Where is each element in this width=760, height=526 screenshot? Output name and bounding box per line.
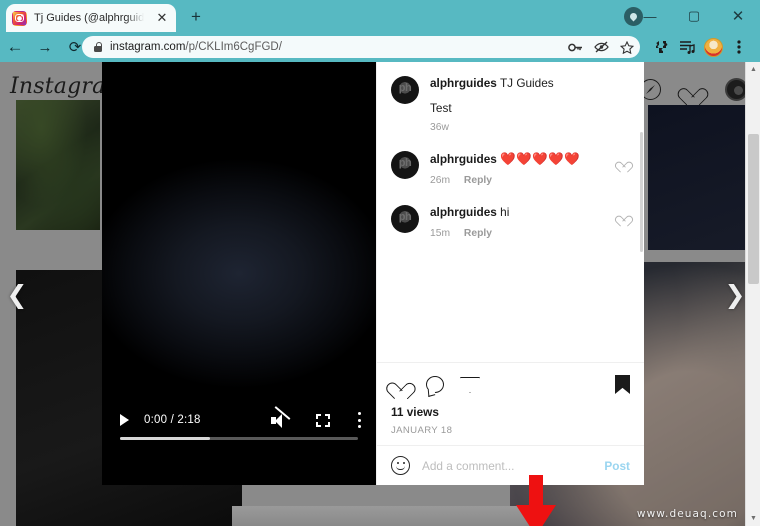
add-comment-bar: Post [377,445,644,485]
scroll-down-icon[interactable]: ▼ [746,511,760,526]
address-bar[interactable]: instagram.com/p/CKLIm6CgFGD/ [82,36,640,58]
bookmark-icon[interactable] [615,375,630,394]
watermark: www.deuaq.com [636,508,738,520]
avatar[interactable] [391,150,419,179]
comment-time: 26m [430,174,451,186]
comment-time: 15m [430,227,451,239]
carousel-next-icon[interactable]: ❯ [724,282,746,307]
view-count: 11 views [391,405,439,419]
browser-window: Tj Guides (@alphrguides) • Instag ✕ + — … [0,0,760,526]
new-tab-button[interactable]: + [186,7,206,27]
window-close-button[interactable]: ✕ [716,0,760,32]
url-path: /p/CKLIm6CgFGD/ [185,41,282,53]
fullscreen-button[interactable] [316,413,330,427]
forward-icon[interactable]: → [30,32,60,62]
reply-button[interactable]: Reply [464,228,492,239]
post-modal: 0:00 / 2:18 ph alphrguides TJ Guides Tes… [102,62,644,485]
browser-tab[interactable]: Tj Guides (@alphrguides) • Instag ✕ [6,4,176,32]
url-text: instagram.com/p/CKLIm6CgFGD/ [110,41,282,53]
scrollbar-thumb[interactable] [748,134,759,284]
lock-icon [94,42,103,52]
profile-avatar[interactable] [700,36,726,58]
emoji-picker-icon[interactable] [391,456,410,475]
video-time-display: 0:00 / 2:18 [144,414,201,426]
instagram-favicon [12,11,27,26]
caption-body: Test [430,100,452,115]
media-playlist-icon[interactable] [674,36,700,58]
activity-heart-icon[interactable] [683,81,703,99]
like-heart-icon[interactable] [391,376,410,393]
omnibox-actions [562,36,640,58]
puzzle-piece-icon[interactable] [648,36,674,58]
share-plane-icon[interactable] [460,376,479,393]
minimize-button[interactable]: — [628,0,672,32]
comment-time: 36w [430,121,449,133]
video-kebab-menu[interactable] [358,412,362,428]
background-photo-right [648,105,760,250]
post-date: JANUARY 18 [391,425,453,436]
comment-username[interactable]: alphrguides [430,76,497,90]
comment-text: TJ Guides [499,76,554,90]
video-player[interactable]: 0:00 / 2:18 [102,62,376,485]
back-icon[interactable]: ← [0,32,30,62]
background-photo-laptop [232,506,532,526]
post-comment-button[interactable]: Post [604,459,630,473]
comment-panel: alphrguides TJ Guides Test 36w [376,62,644,485]
red-down-arrow-annotation [516,475,556,526]
tab-title: Tj Guides (@alphrguides) • Instag [34,12,144,24]
window-controls: — ▢ ✕ [628,0,760,32]
post-action-bar: 11 views JANUARY 18 [377,362,644,436]
comment-username[interactable]: alphrguides [430,152,497,166]
close-icon[interactable]: ✕ [155,11,169,25]
comment-heart-emojis: ❤️❤️❤️❤️❤️ [500,151,581,166]
carousel-prev-icon[interactable]: ❮ [6,282,28,307]
extension-toolbar [648,36,752,58]
background-photo-left [16,100,100,230]
video-progress-fill [120,437,211,440]
comment-like-icon[interactable] [618,211,630,222]
instagram-nav-icons [640,78,748,101]
comment-input[interactable] [422,458,605,473]
kebab-menu-icon[interactable] [726,36,752,58]
comment-like-icon[interactable] [618,157,630,168]
avatar[interactable] [391,204,419,233]
list-item: alphrguides TJ Guides Test 36w [377,72,644,135]
avatar[interactable] [391,76,419,104]
browser-titlebar: Tj Guides (@alphrguides) • Instag ✕ + — … [0,0,760,32]
comment-bubble-icon[interactable] [426,376,444,393]
maximize-button[interactable]: ▢ [672,0,716,32]
comment-list[interactable]: alphrguides TJ Guides Test 36w [377,62,644,362]
scroll-up-icon[interactable]: ▲ [746,62,760,77]
list-item: alphrguides hi 15m Reply [377,201,644,241]
star-icon[interactable] [614,36,640,58]
page-viewport: Instagram ❮ ❯ 0:00 / 2:18 ph alphrguides… [0,62,760,526]
play-button[interactable] [120,414,129,426]
eye-slash-icon[interactable] [588,36,614,58]
reply-button[interactable]: Reply [464,175,492,186]
list-item: alphrguides ❤️❤️❤️❤️❤️ 26m Reply [377,147,644,188]
video-progress-bar[interactable] [120,437,358,440]
key-icon[interactable] [562,36,588,58]
url-host: instagram.com [110,41,186,53]
comment-username[interactable]: alphrguides [430,205,497,219]
mute-button[interactable] [271,405,291,428]
page-scrollbar[interactable]: ▲ ▼ [745,62,760,526]
video-controls: 0:00 / 2:18 [102,403,376,459]
comment-text: hi [500,204,510,219]
